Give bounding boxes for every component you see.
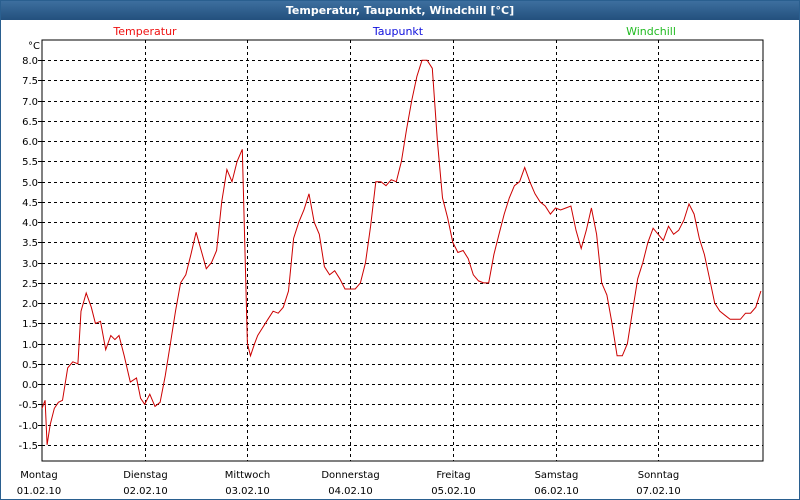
x-day-label: Donnerstag <box>321 470 379 481</box>
y-tick-label: 2.0 <box>22 299 38 310</box>
x-day-label: Dienstag <box>123 470 168 481</box>
x-day-label: Samstag <box>535 470 579 481</box>
legend-windchill: Windchill <box>626 25 676 38</box>
x-day-label: Montag <box>20 470 57 481</box>
y-tick-label: -0.5 <box>18 400 38 411</box>
x-axis-labels: Montag 01.02.10 Dienstag 02.02.10 Mittwoch 03… <box>17 470 681 497</box>
y-tick-label: -1.5 <box>18 441 38 452</box>
y-tick-label: 0.0 <box>22 380 38 391</box>
x-day-label: Freitag <box>436 470 470 481</box>
y-tick-label: 2.5 <box>22 279 38 290</box>
y-axis-ticks: -1.5 -1.0 -0.5 0.0 0.5 1.0 1.5 2.0 2.5 3.0 3.5 4.0 4… <box>18 56 42 452</box>
x-date-label: 03.02.10 <box>225 486 270 497</box>
x-date-label: 07.02.10 <box>636 486 681 497</box>
y-tick-label: -1.0 <box>18 421 38 432</box>
legend-taupunkt: Taupunkt <box>372 25 424 38</box>
y-axis-unit-label: °C <box>28 41 40 52</box>
legend-temperatur: Temperatur <box>112 25 177 38</box>
y-tick-label: 7.0 <box>22 97 38 108</box>
x-date-label: 01.02.10 <box>17 486 62 497</box>
y-tick-label: 0.5 <box>22 360 38 371</box>
x-day-label: Sonntag <box>638 470 680 481</box>
line-chart: °C Temperatur Taupunkt Windchill -1.5-1.… <box>17 25 764 497</box>
x-date-label: 06.02.10 <box>534 486 579 497</box>
x-day-label: Mittwoch <box>225 470 270 481</box>
y-tick-label: 4.0 <box>22 218 38 229</box>
y-tick-label: 1.5 <box>22 319 38 330</box>
y-tick-label: 8.0 <box>22 56 38 67</box>
plot-area <box>41 39 764 462</box>
y-tick-label: 5.5 <box>22 157 38 168</box>
y-tick-label: 7.5 <box>22 76 38 87</box>
y-tick-label: 6.5 <box>22 117 38 128</box>
x-date-label: 04.02.10 <box>328 486 373 497</box>
y-tick-label: 4.5 <box>22 198 38 209</box>
chart-window: Temperatur, Taupunkt, Windchill [°C] °C … <box>0 0 800 500</box>
y-tick-label: 3.5 <box>22 238 38 249</box>
y-tick-label: 3.0 <box>22 259 38 270</box>
y-tick-label: 5.0 <box>22 178 38 189</box>
x-date-label: 02.02.10 <box>123 486 168 497</box>
y-tick-label: 1.0 <box>22 340 38 351</box>
x-date-label: 05.02.10 <box>431 486 476 497</box>
y-tick-label: 6.0 <box>22 137 38 148</box>
